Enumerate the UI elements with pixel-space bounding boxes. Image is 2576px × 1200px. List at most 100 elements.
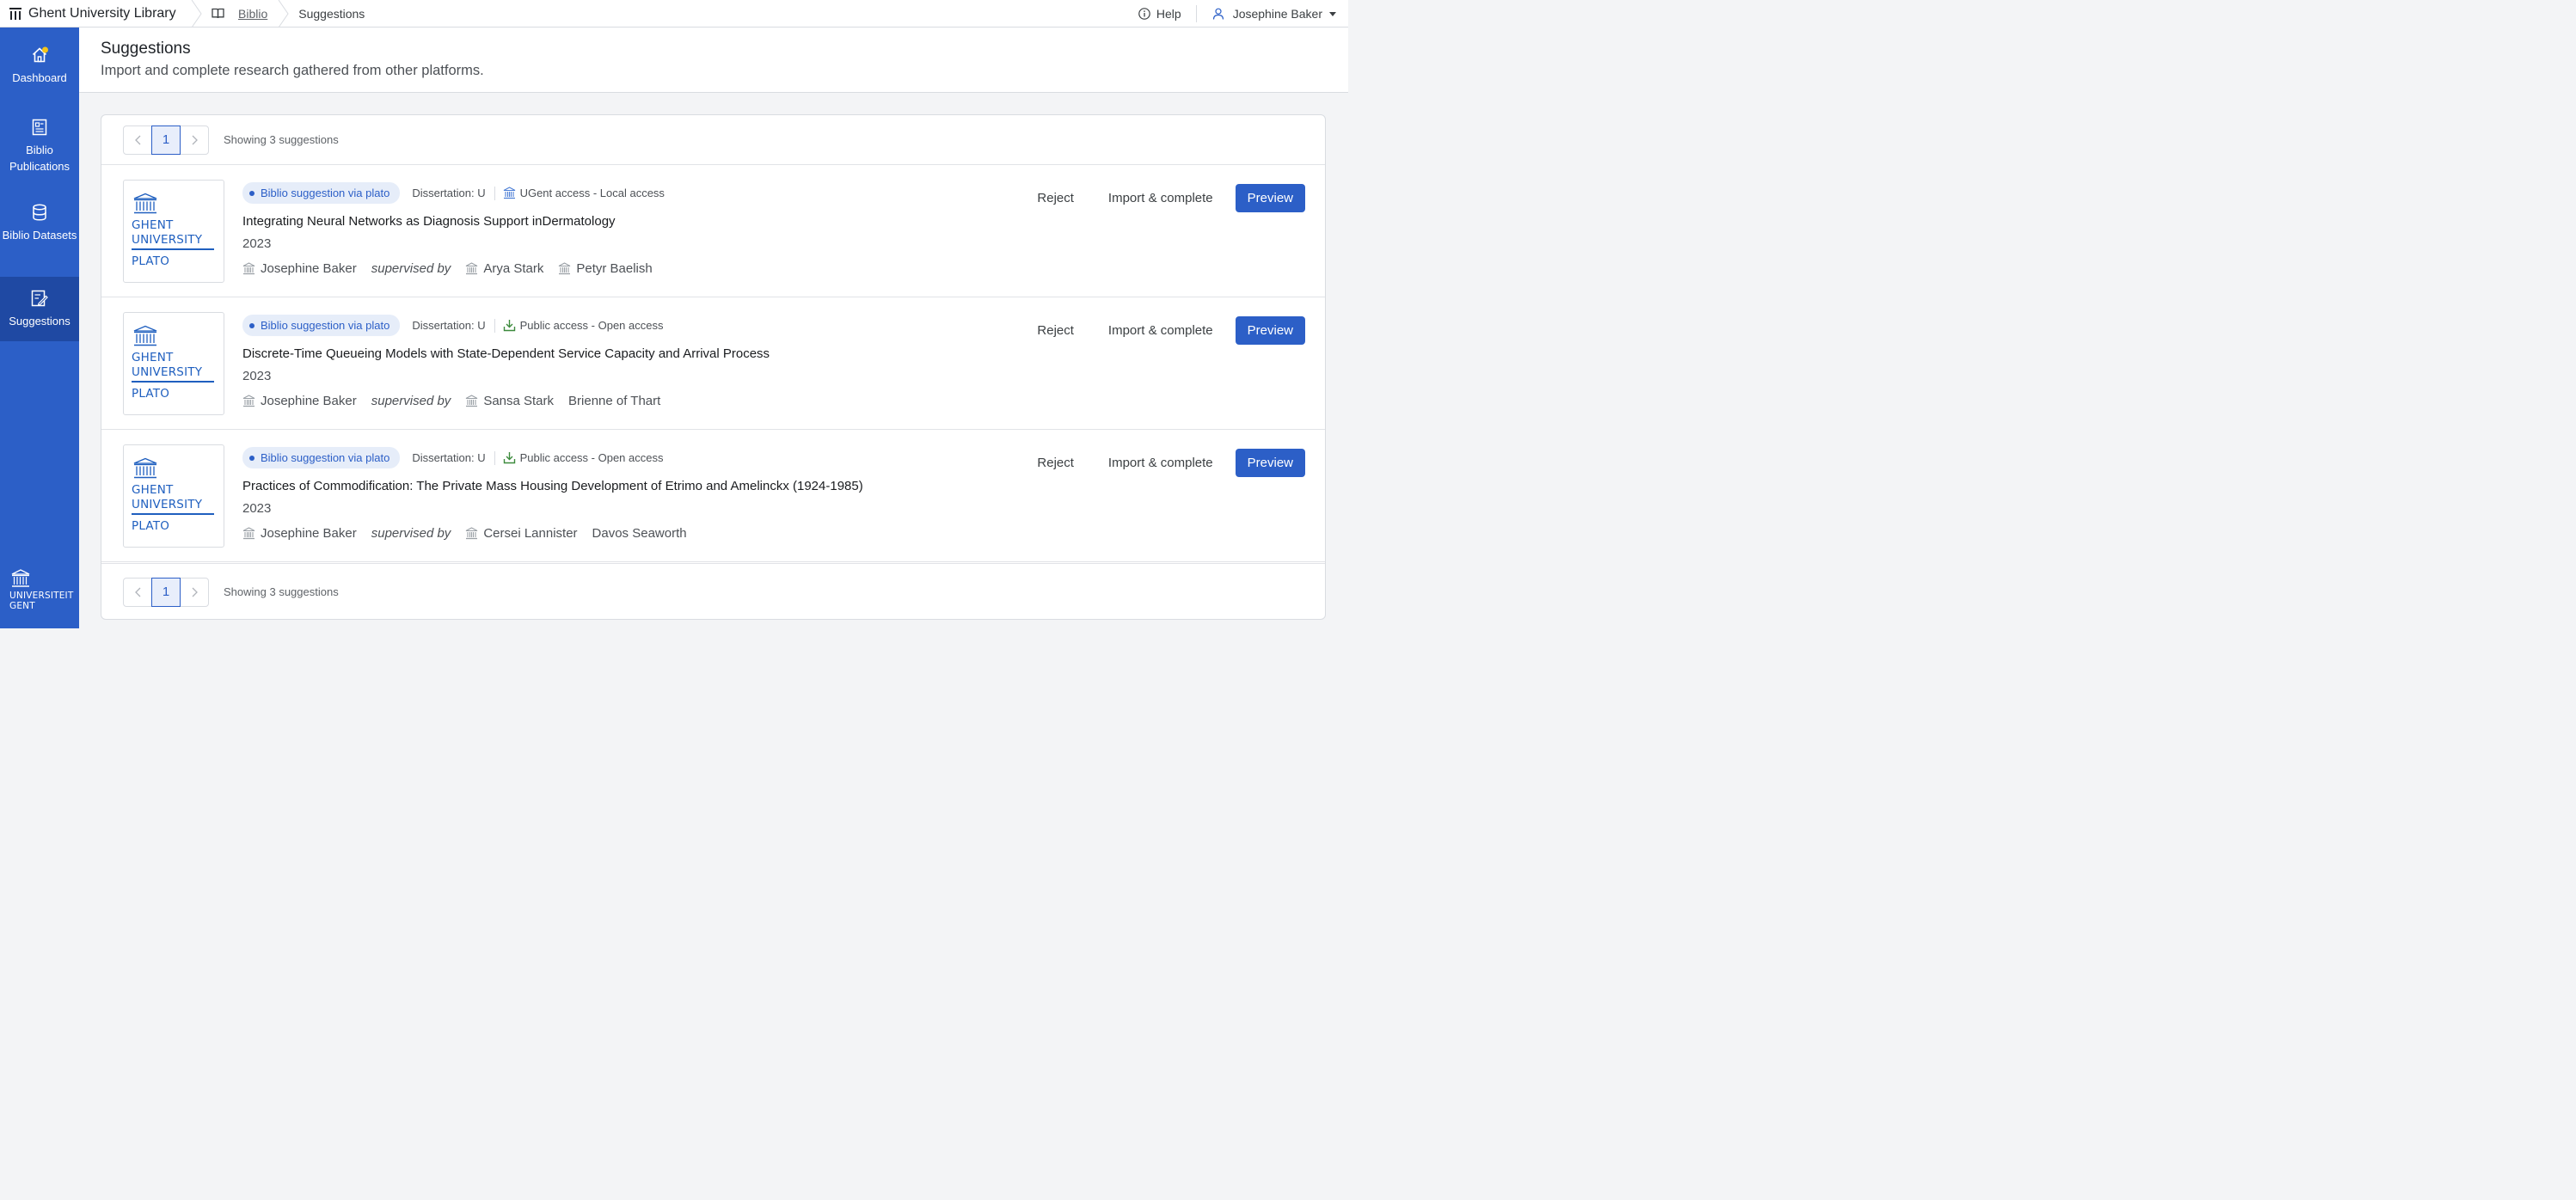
supervisor[interactable]: Sansa Stark (465, 394, 554, 408)
university-building-icon (133, 325, 157, 346)
import-complete-button[interactable]: Import & complete (1091, 448, 1230, 477)
access-level: UGent access - Local access (503, 187, 665, 199)
logo-line1: GHENT (132, 483, 174, 497)
access-label: Public access - Open access (519, 451, 664, 464)
publication-year: 2023 (242, 369, 272, 383)
supervisor-name: Arya Stark (483, 261, 544, 276)
preview-button[interactable]: Preview (1235, 315, 1305, 345)
breadcrumb-biblio[interactable]: Biblio (203, 0, 278, 28)
library-logo-icon (9, 8, 21, 20)
logo-rule (132, 513, 214, 515)
university-building-icon (133, 193, 157, 214)
sidebar-item-label: Biblio Publications (9, 144, 71, 173)
author[interactable]: Josephine Baker (242, 394, 357, 408)
publication-type: Dissertation: U (412, 450, 495, 465)
page-subtitle: Import and complete research gathered fr… (101, 63, 484, 78)
contributors: Josephine Baker supervised by Cersei Lanni… (242, 526, 702, 541)
supervisor[interactable]: Davos Seaworth (592, 526, 687, 541)
pager: 1 (123, 577, 209, 607)
brand[interactable]: Ghent University Library (0, 0, 191, 28)
sidebar-item-label: Biblio Datasets (2, 229, 77, 242)
sidebar-item-dashboard[interactable]: Dashboard (0, 46, 79, 86)
access-level: Public access - Open access (503, 451, 664, 464)
logo-line2: UNIVERSITY (132, 497, 203, 511)
page-1-button[interactable]: 1 (151, 577, 181, 607)
preview-button[interactable]: Preview (1235, 183, 1305, 212)
plato-logo: GHENT UNIVERSITY PLATO (123, 444, 224, 548)
sidebar-item-publications[interactable]: Biblio Publications (0, 119, 79, 174)
supervisor[interactable]: Cersei Lannister (465, 526, 578, 541)
database-icon (33, 204, 46, 221)
supervised-by-label: supervised by (371, 526, 451, 541)
author-name: Josephine Baker (261, 394, 357, 408)
contributors: Josephine Baker supervised by Sansa Stark B… (242, 394, 675, 408)
supervisor[interactable]: Petyr Baelish (558, 261, 653, 276)
previous-page-button[interactable] (124, 579, 151, 606)
row-actions: Reject Import & complete Preview (1020, 448, 1305, 477)
publication-type: Dissertation: U (412, 186, 495, 200)
previous-page-button[interactable] (124, 126, 151, 154)
plato-logo: GHENT UNIVERSITY PLATO (123, 312, 224, 415)
badge-label: Biblio suggestion via plato (261, 319, 390, 332)
import-complete-button[interactable]: Import & complete (1091, 315, 1230, 345)
pager: 1 (123, 125, 209, 155)
publication-title: Integrating Neural Networks as Diagnosis… (242, 214, 616, 229)
ugent-logo-line2: GENT (9, 601, 35, 611)
author[interactable]: Josephine Baker (242, 526, 357, 541)
sidebar-item-datasets[interactable]: Biblio Datasets (0, 204, 79, 243)
next-page-button[interactable] (181, 126, 208, 154)
supervisor-name: Sansa Stark (483, 394, 555, 408)
chevron-left-icon (134, 135, 140, 144)
row-actions: Reject Import & complete Preview (1020, 183, 1305, 212)
supervisor[interactable]: Arya Stark (465, 261, 543, 276)
page-1-button[interactable]: 1 (151, 125, 181, 155)
chevron-down-icon (1329, 11, 1336, 16)
logo-line3: PLATO (132, 387, 170, 401)
access-label: Public access - Open access (519, 319, 664, 332)
university-building-icon (466, 395, 478, 407)
breadcrumb-biblio-link[interactable]: Biblio (238, 7, 267, 21)
breadcrumb-separator (278, 0, 289, 28)
university-building-icon (242, 395, 255, 407)
sidebar-item-suggestions[interactable]: Suggestions (0, 277, 79, 341)
reject-button[interactable]: Reject (1020, 448, 1091, 477)
page-title: Suggestions (101, 40, 191, 58)
reject-button[interactable]: Reject (1020, 315, 1091, 345)
chevron-left-icon (134, 587, 140, 597)
logo-line2: UNIVERSITY (132, 232, 203, 247)
badge-dot (249, 190, 255, 196)
user-name: Josephine Baker (1232, 7, 1322, 21)
user-icon (1212, 8, 1224, 20)
publication-title: Practices of Commodification: The Privat… (242, 479, 863, 493)
supervisor[interactable]: Brienne of Thart (568, 394, 660, 408)
top-right-menu: Help Josephine Baker (1138, 0, 1348, 28)
ugent-logo: UNIVERSITEIT GENT (9, 569, 73, 611)
reject-button[interactable]: Reject (1020, 183, 1091, 212)
import-complete-button[interactable]: Import & complete (1091, 183, 1230, 212)
publication-title: Discrete-Time Queueing Models with State… (242, 346, 770, 361)
badge-dot (249, 455, 255, 461)
badge-label: Biblio suggestion via plato (261, 187, 390, 199)
edit-document-icon (31, 290, 48, 307)
author[interactable]: Josephine Baker (242, 261, 357, 276)
help-link[interactable]: Help (1138, 5, 1197, 22)
logo-line3: PLATO (132, 254, 170, 268)
university-building-icon (242, 262, 255, 275)
logo-line1: GHENT (132, 218, 174, 232)
user-menu[interactable]: Josephine Baker (1197, 7, 1348, 21)
publication-year: 2023 (242, 501, 272, 516)
pagination-top: 1 Showing 3 suggestions (101, 115, 1325, 165)
sidebar-item-label: Dashboard (12, 71, 67, 84)
source-badge: Biblio suggestion via plato (242, 447, 401, 468)
breadcrumb-current: Suggestions (298, 6, 365, 21)
info-icon (1138, 8, 1150, 20)
suggestion-row: GHENT UNIVERSITY PLATO Biblio suggestion… (101, 430, 1325, 562)
plato-logo: GHENT UNIVERSITY PLATO (123, 180, 224, 283)
next-page-button[interactable] (181, 579, 208, 606)
preview-button[interactable]: Preview (1235, 448, 1305, 477)
building-icon (503, 187, 515, 199)
logo-line2: UNIVERSITY (132, 364, 203, 379)
supervised-by-label: supervised by (371, 261, 451, 276)
source-badge: Biblio suggestion via plato (242, 182, 401, 204)
supervisor-name: Davos Seaworth (592, 526, 687, 541)
